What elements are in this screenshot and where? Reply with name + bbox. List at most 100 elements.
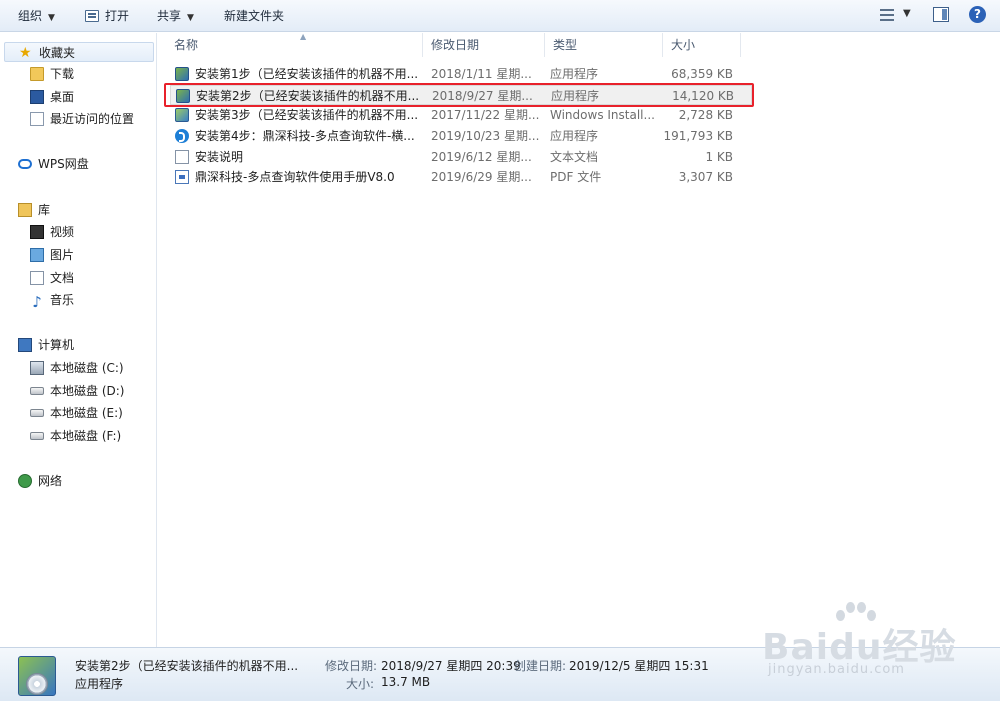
sidebar-item-favorites[interactable]: ★ 收藏夹 [4,42,154,62]
sidebar-item-label: 最近访问的位置 [50,112,135,126]
dingshen-icon [175,129,189,143]
column-header-name[interactable]: 名称 ▲ [166,32,423,57]
details-pane: 安装第2步（已经安装该插件的机器不用... 应用程序 修改日期: 2018/9/… [0,647,1000,701]
video-icon [30,225,44,239]
sidebar-item-downloads[interactable]: 下载 [30,64,74,84]
sidebar-item-wps[interactable]: WPS网盘 [18,154,89,174]
sidebar-item-label: 视频 [50,225,75,239]
sidebar-item-drive-d[interactable]: 本地磁盘 (D:) [30,381,124,401]
chevron-down-icon: ▼ [48,13,55,23]
file-date: 2018/9/27 星期... [432,89,533,103]
file-row-selected[interactable]: 安装第2步（已经安装该插件的机器不用... 2018/9/27 星期... 应用… [170,85,752,105]
file-size: 14,120 KB [672,89,734,103]
open-button[interactable]: 打开 [85,6,129,26]
sidebar-item-label: 计算机 [38,338,75,352]
open-icon [85,10,99,22]
sidebar-item-label: 桌面 [50,90,75,104]
file-name: 安装第2步（已经安装该插件的机器不用... [196,89,420,103]
details-file-name: 安装第2步（已经安装该插件的机器不用... [75,659,299,673]
sidebar-item-documents[interactable]: 文档 [30,268,74,288]
organize-button[interactable]: 组织 ▼ [18,6,55,26]
column-header-type[interactable]: 类型 [545,33,663,57]
network-icon [18,474,32,488]
column-header-label: 名称 [174,38,199,52]
details-size-value: 13.7 MB [381,675,431,689]
column-header-label: 修改日期 [431,38,480,52]
music-note-icon: ♪ [32,293,42,311]
computer-icon [18,338,32,352]
share-label: 共享 [157,9,182,23]
file-row[interactable]: 安装第1步（已经安装该插件的机器不用... 2018/1/11 星期... 应用… [170,64,752,84]
command-bar: 组织 ▼ 打开 共享 ▼ 新建文件夹 ▼ ? [0,0,1000,32]
document-icon [30,271,44,285]
open-label: 打开 [105,9,130,23]
file-type: PDF 文件 [550,170,602,184]
library-icon [18,203,32,217]
file-name: 安装说明 [195,150,244,164]
file-date: 2019/10/23 星期... [431,129,540,143]
file-row[interactable]: 鼎深科技-多点查询软件使用手册V8.0 2019/6/29 星期... PDF … [170,167,752,187]
details-modified-label: 修改日期: [325,659,378,673]
file-name: 鼎深科技-多点查询软件使用手册V8.0 [195,170,395,184]
sidebar-item-label: 文档 [50,271,75,285]
details-created-label: 创建日期: [514,659,567,673]
file-row[interactable]: 安装第3步（已经安装该插件的机器不用... 2017/11/22 星期... W… [170,105,752,125]
picture-icon [30,248,44,262]
column-header-size[interactable]: 大小 [663,33,741,57]
sidebar-item-pictures[interactable]: 图片 [30,245,74,265]
details-file-type: 应用程序 [75,677,124,691]
drive-icon [30,409,44,417]
file-size: 191,793 KB [663,129,733,143]
sidebar-item-drive-f[interactable]: 本地磁盘 (F:) [30,426,121,446]
column-header-label: 类型 [553,38,578,52]
file-row[interactable]: 安装说明 2019/6/12 星期... 文本文档 1 KB [170,147,752,167]
file-size: 68,359 KB [671,67,733,81]
sidebar-item-library[interactable]: 库 [18,200,50,220]
file-size: 3,307 KB [678,170,733,184]
details-created-value: 2019/12/5 星期四 15:31 [569,659,709,673]
file-date: 2017/11/22 星期... [431,108,540,122]
sidebar-item-desktop[interactable]: 桌面 [30,87,74,107]
column-header-modified[interactable]: 修改日期 [423,33,545,57]
help-icon[interactable]: ? [969,6,986,23]
column-header-label: 大小 [671,38,696,52]
file-type: 应用程序 [551,89,600,103]
sidebar-item-label: 本地磁盘 (D:) [50,384,125,398]
navigation-pane: ★ 收藏夹 下载 桌面 最近访问的位置 WPS网盘 库 视频 图片 文档 ♪ 音乐 … [0,33,157,647]
drive-icon [30,432,44,440]
sort-ascending-icon: ▲ [300,32,307,41]
view-options-icon[interactable] [880,9,894,21]
sidebar-item-drive-c[interactable]: 本地磁盘 (C:) [30,358,124,378]
preview-pane-icon[interactable] [933,7,949,22]
file-type: 应用程序 [550,129,599,143]
organize-label: 组织 [18,9,43,23]
drive-icon [30,387,44,395]
view-dropdown-chevron-icon[interactable]: ▼ [903,8,911,19]
sidebar-item-label: 本地磁盘 (E:) [50,406,123,420]
recent-places-icon [30,112,44,126]
desktop-icon [30,90,44,104]
file-row[interactable]: 安装第4步：鼎深科技-多点查询软件-横... 2019/10/23 星期... … [170,126,752,146]
share-button[interactable]: 共享 ▼ [157,6,194,26]
file-list: 名称 ▲ 修改日期 类型 大小 安装第1步（已经安装该插件的机器不用... 20… [158,32,1000,647]
sidebar-item-videos[interactable]: 视频 [30,222,74,242]
sidebar-item-recent[interactable]: 最近访问的位置 [30,109,134,129]
sidebar-item-network[interactable]: 网络 [18,471,62,491]
sidebar-item-drive-e[interactable]: 本地磁盘 (E:) [30,403,123,423]
file-name: 安装第3步（已经安装该插件的机器不用... [195,108,419,122]
file-size: 2,728 KB [678,108,733,122]
sidebar-item-label: 网络 [38,474,63,488]
sidebar-item-label: 音乐 [50,293,75,307]
new-folder-button[interactable]: 新建文件夹 [224,6,284,26]
sidebar-item-label: 本地磁盘 (F:) [50,429,122,443]
file-name: 安装第1步（已经安装该插件的机器不用... [195,67,419,81]
file-size: 1 KB [705,150,733,164]
star-icon: ★ [19,45,32,61]
sidebar-item-computer[interactable]: 计算机 [18,335,74,355]
sidebar-item-label: 库 [38,203,51,217]
sidebar-item-music[interactable]: ♪ 音乐 [30,290,74,310]
file-date: 2019/6/29 星期... [431,170,532,184]
sidebar-item-label: 收藏夹 [39,46,76,60]
chevron-down-icon: ▼ [187,13,194,23]
file-type: Windows Install... [550,108,655,122]
